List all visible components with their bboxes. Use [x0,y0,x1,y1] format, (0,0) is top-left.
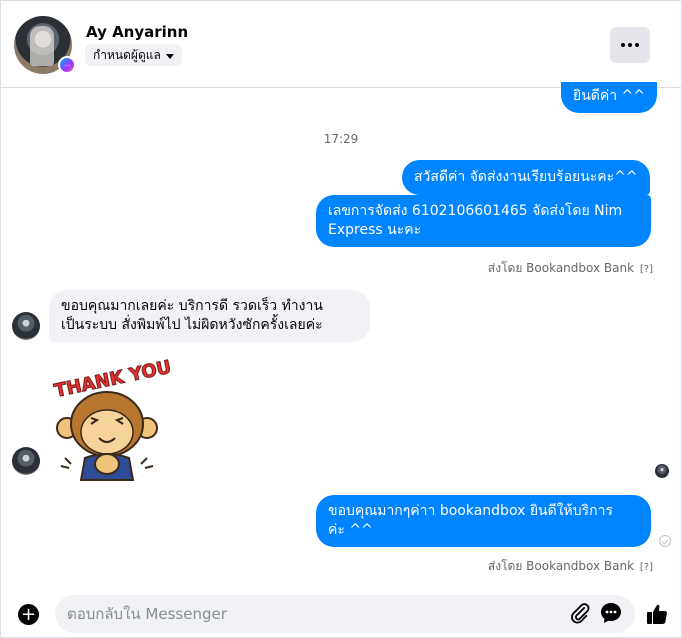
contact-avatar-small[interactable] [12,312,40,340]
message-text: สวัสดีค่า จัดส่งงานเรียบร้อยนะคะ^^ [414,169,638,185]
more-horizontal-icon [621,43,625,47]
message-text-line: Express นะคะ [328,222,422,238]
chat-bubble-icon[interactable] [599,601,623,625]
message-text-line: ค่ะ ^^ [328,522,373,538]
more-options-button[interactable] [610,27,650,63]
contact-name[interactable]: Ay Anyarinn [86,23,188,41]
assign-admin-dropdown[interactable]: กำหนดผู้ดูแล [85,44,182,66]
seen-avatar [655,464,669,478]
plus-circle-icon[interactable]: + [18,604,39,625]
message-composer: + [1,592,681,637]
contact-avatar-small[interactable] [12,447,40,475]
message-list[interactable]: ยินดีค่า ^^ 17:29 สวัสดีค่า จัดส่งงานเรี… [1,82,681,592]
thank-you-sticker[interactable]: THANK YOU [47,358,175,486]
sent-by-text: ส่งโดย Bookandbox Bank [487,559,635,573]
message-bubble-incoming[interactable]: ขอบคุณมากเลยค่ะ บริการดี รวดเร็ว ทำงาน เ… [49,290,370,342]
thumbs-up-icon[interactable] [645,602,669,626]
message-timestamp: 17:29 [323,132,359,146]
help-link[interactable]: [?] [640,264,653,275]
sent-check-icon [659,535,671,547]
message-bubble-outgoing[interactable]: ยินดีค่า ^^ [561,82,658,113]
help-link[interactable]: [?] [640,562,653,573]
paperclip-icon[interactable] [569,602,591,624]
messenger-icon [58,56,76,74]
message-bubble-outgoing[interactable]: ขอบคุณมากๆค่าา bookandbox ยินดีให้บริการ… [316,495,651,547]
sent-by-label: ส่งโดย Bookandbox Bank [?] [488,259,653,278]
conversation-header: Ay Anyarinn กำหนดผู้ดูแล [1,1,681,88]
reply-input[interactable] [55,595,635,633]
assign-admin-label: กำหนดผู้ดูแล [93,47,161,62]
message-text-line: ขอบคุณมากๆค่าา bookandbox ยินดีให้บริการ [328,503,614,519]
sent-by-text: ส่งโดย Bookandbox Bank [487,261,635,275]
message-bubble-outgoing[interactable]: เลขการจัดส่ง 6102106601465 จัดส่งโดย Nim… [316,195,651,247]
sent-by-label: ส่งโดย Bookandbox Bank [?] [488,557,653,576]
message-text-line: เลขการจัดส่ง 6102106601465 จัดส่งโดย Nim [328,203,623,219]
message-text-line: เป็นระบบ สั่งพิมพ์ไป ไม่ผิดหวังซักครั้งเ… [61,317,323,333]
message-text-line: ขอบคุณมากเลยค่ะ บริการดี รวดเร็ว ทำงาน [61,298,323,314]
message-bubble-outgoing[interactable]: สวัสดีค่า จัดส่งงานเรียบร้อยนะคะ^^ [402,160,650,195]
caret-down-icon [165,53,174,59]
message-text: ยินดีค่า ^^ [573,88,646,104]
